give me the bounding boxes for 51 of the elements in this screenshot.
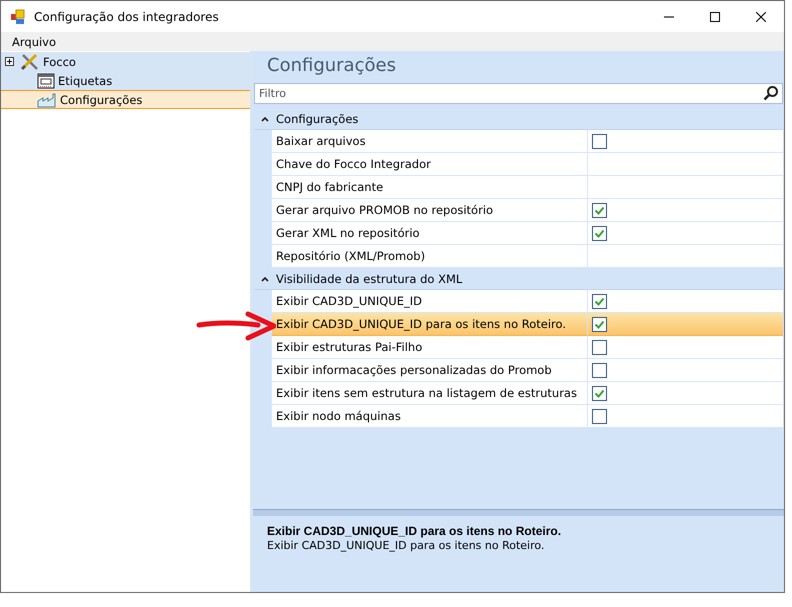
- value-cell[interactable]: [588, 382, 783, 405]
- value-cell[interactable]: [588, 153, 783, 176]
- property-name[interactable]: Baixar arquivos: [272, 130, 588, 153]
- description-text: Exibir CAD3D_UNIQUE_ID para os itens no Roteiro.: [267, 539, 546, 552]
- factory-icon: [37, 92, 57, 108]
- property-name[interactable]: Gerar XML no repositório: [272, 222, 588, 245]
- value-cell[interactable]: [588, 222, 783, 245]
- checkbox[interactable]: [592, 202, 607, 218]
- tree-item[interactable]: Etiquetas: [1, 71, 250, 90]
- close-icon: [756, 12, 766, 22]
- value-cell[interactable]: [588, 199, 783, 222]
- tree-item[interactable]: Configurações: [1, 90, 250, 109]
- checkbox[interactable]: [592, 294, 607, 308]
- value-cell[interactable]: [588, 336, 783, 359]
- property-name[interactable]: Chave do Focco Integrador: [272, 153, 588, 176]
- panel-heading: Configurações: [266, 54, 397, 78]
- value-cell[interactable]: [588, 176, 783, 199]
- menu-item[interactable]: Arquivo: [1, 34, 68, 48]
- value-cell[interactable]: [588, 130, 783, 153]
- property-name[interactable]: Exibir CAD3D_UNIQUE_ID para os itens no Roteiro.: [272, 313, 588, 336]
- label-icon: [37, 72, 55, 88]
- window-title: Configuração dos integradores: [34, 10, 220, 24]
- maximize-icon: [710, 12, 720, 22]
- description-title: Exibir CAD3D_UNIQUE_ID para os itens no Roteiro.: [267, 524, 562, 538]
- property-name[interactable]: Exibir itens sem estrutura na listagem de estruturas: [272, 382, 588, 405]
- checkbox[interactable]: [592, 134, 607, 148]
- checkbox[interactable]: [592, 408, 607, 424]
- expand-icon[interactable]: [5, 57, 17, 66]
- value-cell[interactable]: [588, 359, 783, 382]
- property-name[interactable]: Exibir nodo máquinas: [272, 405, 588, 428]
- filter-field[interactable]: Filtro: [254, 83, 783, 104]
- checkbox[interactable]: [592, 340, 607, 354]
- checkbox[interactable]: [592, 362, 607, 378]
- value-cell[interactable]: [588, 290, 783, 313]
- value-cell[interactable]: [588, 313, 783, 336]
- value-cell[interactable]: [588, 245, 783, 268]
- checkbox[interactable]: [592, 316, 607, 332]
- value-cell[interactable]: [588, 405, 783, 428]
- checkbox[interactable]: [592, 226, 607, 240]
- splitter-handle[interactable]: [253, 509, 784, 516]
- property-name[interactable]: Gerar arquivo PROMOB no repositório: [272, 199, 588, 222]
- property-name[interactable]: Exibir informacações personalizadas do Promob: [272, 359, 588, 382]
- property-name[interactable]: Repositório (XML/Promob): [272, 245, 588, 268]
- property-name[interactable]: Exibir CAD3D_UNIQUE_ID: [272, 290, 588, 313]
- property-name[interactable]: CNPJ do fabricante: [272, 176, 588, 199]
- tree-item[interactable]: Focco: [1, 52, 250, 71]
- tools-icon: [20, 52, 40, 70]
- search-icon: [763, 85, 779, 101]
- checkbox[interactable]: [592, 386, 607, 400]
- property-name[interactable]: Exibir estruturas Pai-Filho: [272, 336, 588, 359]
- app-icon: [10, 8, 26, 24]
